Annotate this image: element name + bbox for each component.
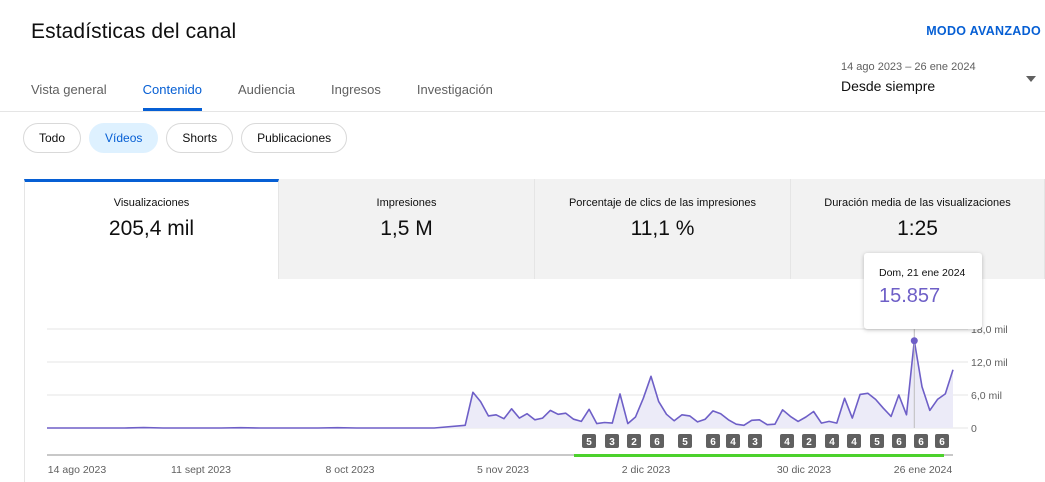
- upload-badge-count: 5: [874, 437, 880, 448]
- date-range-text: 14 ago 2023 – 26 ene 2024: [841, 61, 976, 73]
- y-tick-label: 12,0 mil: [971, 357, 1008, 369]
- upload-badge-count: 3: [752, 437, 758, 448]
- metric-value: 205,4 mil: [108, 217, 195, 240]
- series-line: [47, 340, 954, 429]
- chart-tooltip: Dom, 21 ene 2024 15.857: [864, 253, 982, 329]
- upload-badge-count: 4: [851, 437, 857, 448]
- tab-overview[interactable]: Vista general: [31, 82, 107, 109]
- chip-posts[interactable]: Publicaciones: [241, 123, 348, 153]
- metric-card-impressions[interactable]: Impresiones 1,5 M: [279, 179, 535, 279]
- metric-label: Duración media de las visualizaciones: [824, 197, 1011, 209]
- upload-badge-count: 6: [710, 437, 716, 448]
- metric-value: 1:25: [897, 217, 938, 240]
- chip-shorts[interactable]: Shorts: [166, 123, 234, 153]
- x-tick-label: 2 dic 2023: [622, 464, 671, 476]
- upload-badge-count: 2: [806, 437, 812, 448]
- metric-label: Impresiones: [376, 197, 437, 209]
- selection-range-bar: [574, 454, 944, 457]
- metric-card-ctr[interactable]: Porcentaje de clics de las impresiones 1…: [535, 179, 791, 279]
- x-tick-label: 8 oct 2023: [325, 464, 374, 476]
- upload-badge-count: 5: [682, 437, 688, 448]
- date-range-label: Desde siempre: [841, 78, 936, 94]
- metric-label: Visualizaciones: [113, 197, 190, 209]
- upload-badge-count: 5: [586, 437, 592, 448]
- tab-bar: Vista general Contenido Audiencia Ingres…: [31, 82, 529, 111]
- x-tick-label: 11 sept 2023: [171, 464, 231, 476]
- x-tick-label: 14 ago 2023: [48, 464, 107, 476]
- upload-badge-count: 2: [631, 437, 637, 448]
- page-title: Estadísticas del canal: [31, 20, 237, 43]
- upload-badge-count: 6: [918, 437, 924, 448]
- metric-value: 1,5 M: [380, 217, 433, 240]
- metric-value: 11,1 %: [630, 217, 695, 240]
- y-tick-label: 6,0 mil: [971, 390, 1002, 402]
- upload-badge-count: 6: [939, 437, 945, 448]
- dropdown-caret-icon: [1026, 76, 1036, 82]
- upload-badge-count: 3: [609, 437, 615, 448]
- chip-videos[interactable]: Vídeos: [89, 123, 159, 153]
- content-filter-chips: Todo Vídeos Shorts Publicaciones: [23, 123, 348, 153]
- tab-revenue[interactable]: Ingresos: [331, 82, 381, 109]
- advanced-mode-button[interactable]: MODO AVANZADO: [926, 24, 1041, 38]
- metric-card-views[interactable]: Visualizaciones 205,4 mil: [24, 179, 279, 279]
- metric-label: Porcentaje de clics de las impresiones: [568, 197, 757, 209]
- upload-badge-count: 4: [730, 437, 736, 448]
- tooltip-value: 15.857: [879, 285, 941, 307]
- chip-all[interactable]: Todo: [23, 123, 82, 153]
- tooltip-date: Dom, 21 ene 2024: [879, 267, 966, 279]
- upload-badge-count: 4: [784, 437, 790, 448]
- x-tick-label: 30 dic 2023: [777, 464, 831, 476]
- x-tick-label: 26 ene 2024: [894, 464, 953, 476]
- tab-research[interactable]: Investigación: [417, 82, 493, 109]
- series-area: [47, 340, 953, 428]
- x-tick-label: 5 nov 2023: [477, 464, 529, 476]
- upload-badge-count: 4: [829, 437, 835, 448]
- date-range-selector[interactable]: 14 ago 2023 – 26 ene 2024 Desde siempre: [841, 61, 1041, 94]
- header: Estadísticas del canal MODO AVANZADO Vis…: [0, 0, 1045, 112]
- tab-content[interactable]: Contenido: [142, 82, 203, 111]
- y-tick-label: 0: [971, 423, 977, 435]
- upload-badge-count: 6: [654, 437, 660, 448]
- peak-data-point: [910, 337, 918, 345]
- tab-audience[interactable]: Audiencia: [238, 82, 295, 109]
- upload-badge-count: 6: [896, 437, 902, 448]
